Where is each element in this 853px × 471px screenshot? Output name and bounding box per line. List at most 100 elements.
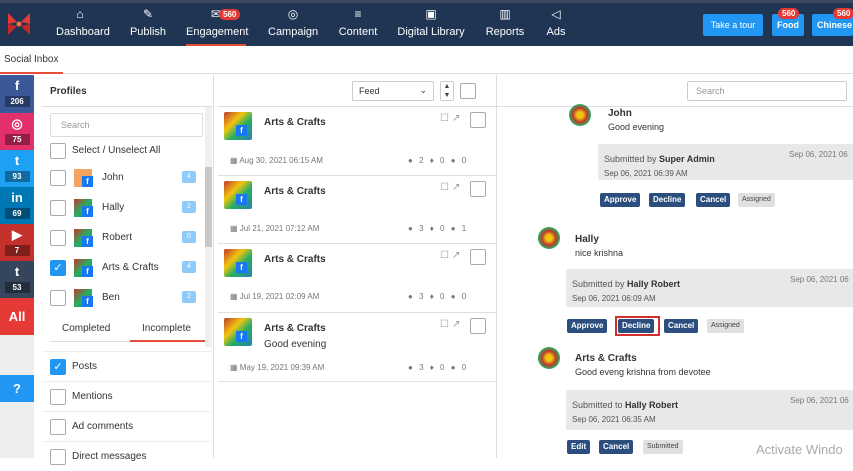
take-a-tour-button[interactable]: Take a tour: [703, 14, 763, 36]
comment-date: Sep 06, 2021 06: [789, 150, 848, 159]
select-all-checkbox[interactable]: [50, 143, 66, 159]
post-item[interactable]: f Arts & Crafts Good evening ☐↗ ▦ May 19…: [218, 313, 496, 382]
post-action-icons[interactable]: ☐↗: [440, 319, 463, 330]
post-checkbox[interactable]: [470, 249, 486, 265]
edit-button[interactable]: Edit: [567, 440, 591, 454]
post-item[interactable]: f Arts & Crafts ☐↗ ▦ Jul 21, 2021 07:12 …: [218, 176, 496, 244]
tag-count: 0: [461, 363, 467, 372]
comment-avatar: [538, 347, 560, 369]
profile-checkbox[interactable]: [50, 230, 66, 246]
tag-count: 0: [461, 292, 467, 301]
post-action-icons[interactable]: ☐↗: [440, 182, 463, 193]
cancel-button[interactable]: Cancel: [599, 440, 634, 454]
workspace-food-badge: 560: [778, 8, 800, 19]
submission-info: Submitted by Super Admin Sep 06, 2021 06…: [598, 144, 853, 180]
profile-checkbox[interactable]: [50, 200, 66, 216]
facebook-icon: f: [14, 78, 20, 93]
profile-checkbox[interactable]: [50, 290, 66, 306]
scrollbar-thumb[interactable]: [205, 167, 212, 247]
help-button[interactable]: ?: [0, 375, 34, 402]
filter-checkbox[interactable]: [50, 449, 66, 465]
cancel-button[interactable]: Cancel: [664, 319, 699, 333]
approve-button[interactable]: Approve: [600, 193, 641, 207]
tab-incomplete[interactable]: Incomplete: [142, 323, 191, 334]
social-facebook[interactable]: f 206: [0, 75, 34, 113]
post-action-icons[interactable]: ☐↗: [440, 250, 463, 261]
post-item[interactable]: f Arts & Crafts ☐↗ ▦ Aug 30, 2021 06:15 …: [218, 107, 496, 176]
filter-ad-comments[interactable]: Ad comments: [42, 411, 214, 441]
tab-completed[interactable]: Completed: [62, 323, 110, 334]
comment-detail-panel: Search John Good evening Submitted by Su…: [496, 75, 853, 458]
profiles-panel: Profiles Search Select / Unselect All f …: [42, 75, 214, 465]
social-youtube[interactable]: ▶ 7: [0, 224, 34, 261]
nav-reports[interactable]: ▥ Reports: [485, 7, 525, 46]
like-count: 0: [440, 363, 445, 372]
profile-checkbox[interactable]: [50, 170, 66, 186]
social-all[interactable]: All: [0, 298, 34, 335]
home-icon: ⌂: [76, 7, 84, 21]
calendar-icon: ▦: [230, 292, 240, 301]
facebook-icon: f: [236, 262, 247, 273]
post-checkbox[interactable]: [470, 181, 486, 197]
nav-label: Campaign: [268, 26, 319, 38]
filter-label: Direct messages: [72, 451, 147, 462]
profile-count: 4: [182, 171, 196, 183]
cancel-button[interactable]: Cancel: [696, 193, 731, 207]
like-count: 0: [440, 292, 445, 301]
feed-type-select[interactable]: Feed ⌄: [352, 81, 434, 101]
status-tabs: Completed Incomplete: [50, 318, 208, 342]
youtube-count: 7: [4, 245, 30, 256]
profiles-scrollbar[interactable]: [205, 107, 212, 347]
instagram-icon: ◎: [11, 116, 23, 131]
tag-count: 0: [461, 156, 467, 165]
profile-item-arts-crafts[interactable]: ✓ f Arts & Crafts 4: [42, 253, 207, 283]
social-tumblr[interactable]: t 53: [0, 261, 34, 298]
filter-checkbox[interactable]: [50, 389, 66, 405]
filter-checkbox-checked[interactable]: ✓: [50, 359, 66, 375]
feed-select-checkbox[interactable]: [460, 83, 476, 99]
comment-avatar: [569, 104, 591, 126]
profile-checkbox-checked[interactable]: ✓: [50, 260, 66, 276]
comment-search-input[interactable]: Search: [687, 81, 847, 101]
post-item[interactable]: f Arts & Crafts ☐↗ ▦ Jul 19, 2021 02:09 …: [218, 244, 496, 313]
profile-item-hally[interactable]: f Hally 2: [42, 193, 207, 223]
nav-label: Digital Library: [397, 26, 465, 38]
linkedin-count: 69: [4, 208, 30, 219]
social-inbox-tab[interactable]: Social Inbox: [4, 54, 58, 65]
social-instagram[interactable]: ◎ 75: [0, 113, 34, 150]
tag-count: 1: [461, 224, 467, 233]
post-stats: ● 3 ♦ 0 ● 0: [408, 363, 467, 372]
post-action-icons[interactable]: ☐↗: [440, 113, 463, 124]
post-date-text: Aug 30, 2021 06:15 AM: [239, 156, 323, 165]
filter-checkbox[interactable]: [50, 419, 66, 435]
nav-publish[interactable]: ✎ Publish: [128, 7, 168, 46]
status-badge: Assigned: [707, 319, 744, 333]
approve-button[interactable]: Approve: [567, 319, 608, 333]
youtube-icon: ▶: [12, 227, 22, 242]
top-navigation-bar: ⌂ Dashboard ✎ Publish ✉ Engagement 560 ◎…: [0, 0, 853, 46]
brand-logo[interactable]: [6, 11, 32, 37]
profile-item-robert[interactable]: f Robert 0: [42, 223, 207, 253]
help-icon: ?: [13, 381, 21, 396]
nav-campaign[interactable]: ◎ Campaign: [268, 7, 318, 46]
post-checkbox[interactable]: [470, 112, 486, 128]
nav-content[interactable]: ≡ Content: [338, 7, 378, 46]
calendar-icon: ▦: [230, 156, 240, 165]
list-icon: ≡: [354, 7, 362, 21]
post-checkbox[interactable]: [470, 318, 486, 334]
nav-dashboard[interactable]: ⌂ Dashboard: [56, 7, 110, 46]
filter-mentions[interactable]: Mentions: [42, 381, 214, 411]
filter-direct-messages[interactable]: Direct messages: [42, 441, 214, 471]
decline-button[interactable]: Decline: [649, 193, 686, 207]
profiles-header: Profiles: [42, 75, 213, 107]
nav-ads[interactable]: ◁ Ads: [542, 7, 570, 46]
sort-button[interactable]: ▲ ▼: [440, 81, 454, 101]
profile-item-ben[interactable]: f Ben 2: [42, 283, 207, 313]
filter-posts[interactable]: ✓ Posts: [42, 351, 214, 381]
profile-name: Ben: [102, 292, 120, 303]
social-linkedin[interactable]: in 69: [0, 187, 34, 224]
profile-item-john[interactable]: f John 4: [42, 163, 207, 193]
social-twitter[interactable]: t 93: [0, 150, 34, 187]
profile-search-input[interactable]: Search: [50, 113, 203, 137]
nav-digital-library[interactable]: ▣ Digital Library: [397, 7, 465, 46]
